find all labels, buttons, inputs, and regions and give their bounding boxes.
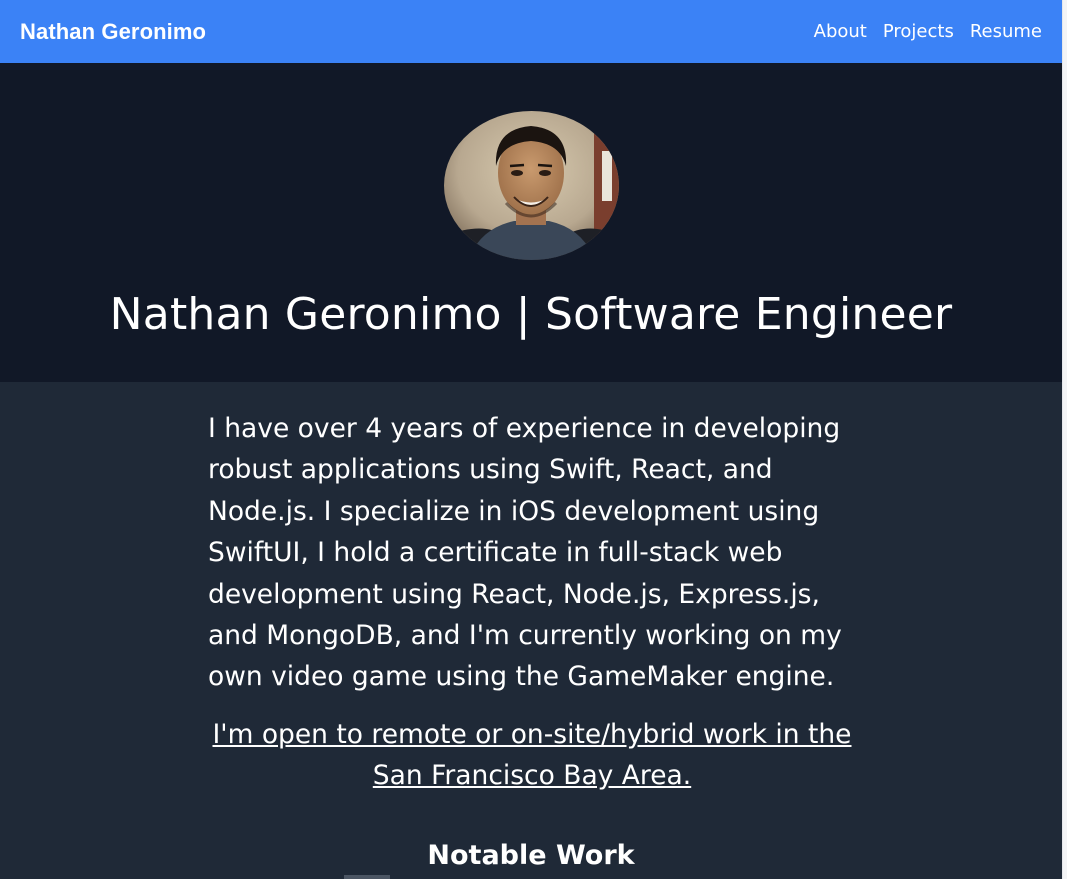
- top-navbar: Nathan Geronimo About Projects Resume: [0, 0, 1062, 63]
- bio-paragraph: I have over 4 years of experience in dev…: [208, 413, 842, 693]
- profile-photo: [444, 111, 619, 260]
- scrollbar-thumb[interactable]: [1063, 0, 1067, 879]
- availability-link[interactable]: I'm open to remote or on-site/hybrid wor…: [200, 714, 864, 796]
- nav-link-about[interactable]: About: [814, 21, 867, 42]
- brand-link[interactable]: Nathan Geronimo: [20, 19, 206, 45]
- nav-link-resume[interactable]: Resume: [970, 21, 1042, 42]
- notable-work-heading: Notable Work: [427, 840, 635, 871]
- nav-links: About Projects Resume: [814, 21, 1042, 42]
- hero-section: Nathan Geronimo | Software Engineer: [0, 63, 1062, 382]
- bottom-edge-element: [344, 875, 390, 879]
- nav-link-projects[interactable]: Projects: [883, 21, 954, 42]
- page: Nathan Geronimo About Projects Resume Na…: [0, 0, 1067, 879]
- page-title: Nathan Geronimo | Software Engineer: [109, 289, 953, 340]
- about-section: I have over 4 years of experience in dev…: [0, 382, 1062, 879]
